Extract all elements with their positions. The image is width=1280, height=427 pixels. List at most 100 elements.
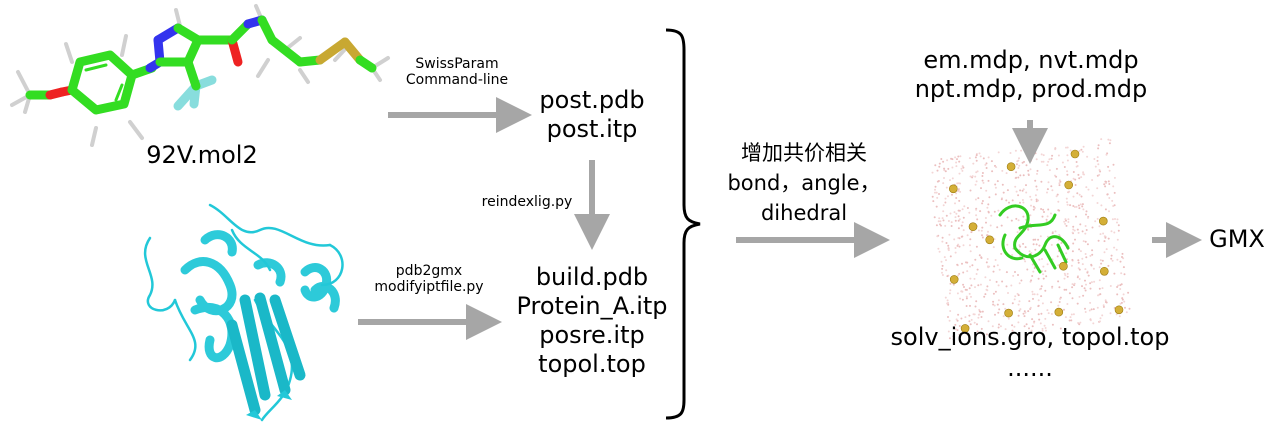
water-molecule [985, 167, 988, 169]
water-molecule [1040, 312, 1043, 315]
water-molecule [1057, 264, 1060, 267]
water-molecule [997, 299, 1000, 302]
water-molecule [1051, 154, 1054, 157]
water-molecule [1031, 275, 1034, 277]
water-molecule [957, 190, 960, 193]
water-molecule [1046, 309, 1049, 312]
merge-line2: bond，angle， [727, 171, 881, 195]
water-molecule [1041, 258, 1043, 260]
water-molecule [1001, 280, 1004, 283]
water-molecule [1034, 238, 1037, 241]
water-molecule [992, 292, 995, 295]
water-molecule [1022, 188, 1025, 191]
water-molecule [981, 234, 983, 237]
ligand-structure-image [10, 4, 390, 147]
water-molecule [1005, 172, 1008, 175]
water-molecule [1059, 297, 1062, 300]
water-molecule [1014, 185, 1017, 188]
water-molecule [1022, 174, 1025, 177]
water-molecule [959, 190, 962, 193]
water-molecule [1054, 230, 1057, 233]
water-molecule [956, 263, 959, 266]
water-molecule [1067, 190, 1070, 193]
water-molecule [1055, 175, 1058, 178]
water-molecule [995, 166, 998, 169]
water-molecule [1063, 220, 1066, 223]
water-molecule [1057, 304, 1060, 307]
water-molecule [1027, 228, 1030, 231]
water-molecule [952, 283, 955, 286]
water-molecule [1097, 147, 1100, 150]
water-molecule [1079, 223, 1082, 226]
water-molecule [1091, 226, 1094, 229]
water-molecule [1017, 167, 1020, 169]
water-molecule [1072, 195, 1075, 198]
water-molecule [1113, 272, 1116, 275]
water-molecule [1123, 300, 1126, 303]
water-molecule [1042, 277, 1045, 280]
water-molecule [1011, 302, 1014, 305]
water-molecule [998, 308, 1001, 311]
water-molecule [1096, 187, 1099, 190]
water-molecule [1040, 180, 1043, 183]
water-molecule [948, 233, 951, 236]
water-molecule [1081, 257, 1084, 260]
water-molecule [1076, 302, 1079, 305]
water-molecule [1108, 210, 1110, 213]
water-molecule [1067, 218, 1070, 221]
water-molecule [1085, 283, 1087, 286]
water-molecule [978, 313, 981, 316]
water-molecule [1058, 286, 1061, 289]
water-molecule [957, 313, 960, 316]
water-molecule [963, 286, 965, 288]
water-molecule [1107, 237, 1110, 240]
water-molecule [994, 290, 997, 293]
water-molecule [981, 200, 984, 202]
water-molecule [1008, 201, 1010, 204]
water-molecule [941, 267, 944, 270]
water-molecule [1108, 197, 1111, 199]
water-molecule [1091, 179, 1094, 181]
ion [1004, 308, 1013, 318]
water-molecule [973, 277, 976, 280]
water-molecule [1098, 279, 1101, 282]
water-molecule [1078, 295, 1081, 298]
water-molecule [1098, 266, 1101, 269]
water-molecule [1058, 301, 1061, 303]
water-molecule [1087, 274, 1090, 277]
pdb2gmx-line2: modifyiptfile.py [374, 279, 484, 296]
water-molecule [957, 219, 960, 222]
water-molecule [1084, 225, 1087, 227]
water-molecule [1000, 252, 1003, 255]
water-molecule [1068, 292, 1071, 295]
water-molecule [1025, 164, 1028, 167]
water-molecule [953, 238, 956, 241]
water-molecule [978, 310, 981, 313]
water-molecule [961, 290, 964, 293]
water-molecule [1074, 238, 1076, 241]
gmx-label: GMX [1209, 225, 1265, 253]
water-molecule [1090, 264, 1093, 267]
water-molecule [1030, 198, 1033, 201]
water-molecule [975, 214, 978, 217]
water-molecule [1050, 243, 1053, 246]
water-molecule [1103, 183, 1106, 186]
water-molecule [1124, 306, 1126, 309]
water-molecule [1036, 172, 1038, 175]
water-molecule [932, 200, 935, 203]
water-molecule [949, 289, 952, 292]
water-molecule [1029, 214, 1032, 217]
water-molecule [942, 182, 945, 185]
water-molecule [1031, 263, 1034, 266]
water-molecule [992, 270, 995, 273]
water-molecule [977, 284, 980, 287]
water-molecule [977, 229, 980, 232]
water-molecule [961, 298, 964, 301]
water-molecule [942, 204, 945, 207]
water-molecule [1018, 282, 1021, 285]
water-molecule [1122, 266, 1125, 269]
water-molecule [971, 264, 974, 267]
ion [1064, 180, 1073, 190]
water-molecule [1040, 295, 1043, 298]
water-molecule [940, 158, 943, 160]
